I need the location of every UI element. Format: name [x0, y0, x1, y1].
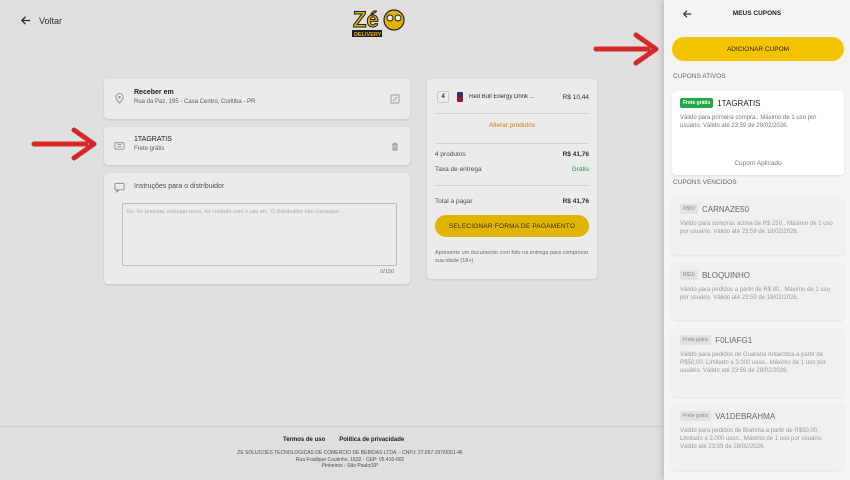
coupon-description: Válido para pedidos a partir de R$ 80.. …	[680, 287, 831, 301]
coupon-card-expired: R$50 CARNAZE50 Válido para compras acima…	[672, 197, 844, 255]
coupon-card-expired: Frete grátis VA1DEBRAHMA Válido para ped…	[672, 404, 844, 470]
coupon-head: Frete grátis F0LIAFG1	[680, 335, 752, 345]
coupons-panel: MEUS CUPONS ADICIONAR CUPOM CUPONS ATIVO…	[664, 0, 850, 480]
coupon-card-active[interactable]: Frete grátis 1TAGRATIS Válido para prime…	[672, 91, 844, 175]
red-arrow-icon	[31, 127, 97, 161]
coupon-description: Válido para primeira compra.. Máximo de …	[680, 115, 817, 129]
coupon-card-expired: R$15 BLOQUINHO Válido para pedidos a par…	[672, 263, 844, 320]
coupon-code: BLOQUINHO	[701, 270, 750, 280]
coupon-code: CARNAZE50	[701, 204, 750, 214]
coupon-code: VA1DEBRAHMA	[715, 411, 776, 421]
coupon-status: Cupom Aplicado	[734, 160, 782, 167]
modal-backdrop[interactable]	[0, 0, 664, 480]
coupon-tag: Frete grátis	[680, 411, 712, 421]
coupon-head: R$50 CARNAZE50	[680, 204, 749, 214]
coupon-head: Frete grátis 1TAGRATIS	[680, 98, 761, 108]
coupon-head: R$15 BLOQUINHO	[680, 270, 750, 280]
coupon-description: Válido para pedidos de Brahma a partir d…	[680, 428, 823, 450]
red-arrow-icon	[593, 32, 659, 66]
add-coupon-button[interactable]: ADICIONAR CUPOM	[672, 37, 844, 61]
coupon-code: F0LIAFG1	[715, 335, 753, 345]
coupon-tag: R$15	[680, 270, 698, 280]
coupon-tag: R$50	[680, 204, 698, 214]
coupon-code: 1TAGRATIS	[717, 98, 761, 108]
panel-title: MEUS CUPONS	[732, 10, 782, 17]
coupon-tag: Frete grátis	[680, 335, 712, 345]
active-coupons-label: CUPONS ATIVOS	[673, 73, 726, 80]
coupon-head: Frete grátis VA1DEBRAHMA	[680, 411, 775, 421]
coupon-description: Válido para compras acima de R$ 250.. Má…	[680, 221, 833, 235]
coupon-card-expired: Frete grátis F0LIAFG1 Válido para pedido…	[672, 328, 844, 397]
expired-coupons-label: CUPONS VENCIDOS	[673, 179, 737, 186]
coupon-tag: Frete grátis	[680, 98, 714, 108]
coupon-description: Válido para pedidos de Guaraná Antarctic…	[680, 352, 826, 374]
panel-header: MEUS CUPONS	[664, 0, 850, 30]
